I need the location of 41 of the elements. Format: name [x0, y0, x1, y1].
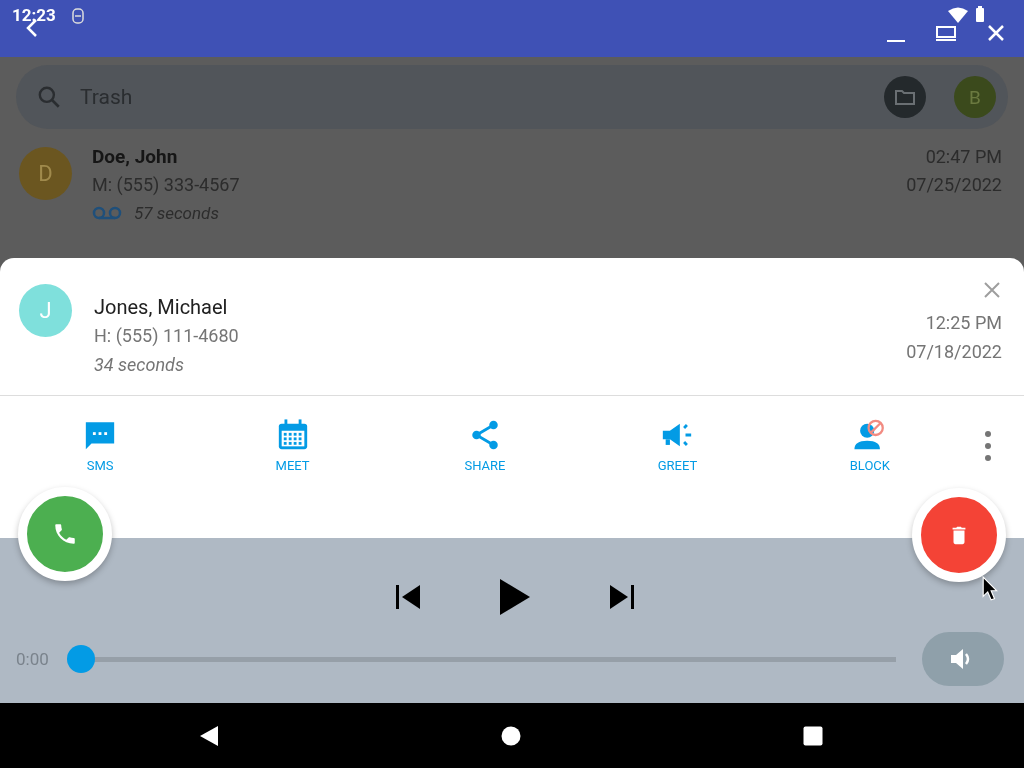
play-button[interactable]: [499, 578, 531, 616]
sms-action-button[interactable]: SMS: [4, 418, 197, 473]
skip-next-icon: [609, 584, 635, 610]
phone-icon: [52, 521, 78, 547]
close-icon: [986, 22, 1006, 43]
share-action-button[interactable]: SHARE: [388, 418, 582, 473]
playback-position: 0:00: [16, 649, 49, 669]
sim-icon: [72, 8, 84, 24]
mouse-pointer-icon: [982, 576, 998, 601]
greet-action-button[interactable]: GREET: [581, 418, 774, 473]
play-icon: [499, 578, 531, 616]
block-action-button[interactable]: BLOCK: [773, 418, 967, 473]
minimize-icon: [887, 39, 905, 42]
contact-name: Doe, John: [92, 144, 179, 170]
message-time: 12:25 PM: [925, 311, 1002, 335]
block-contact-icon: [852, 418, 887, 452]
skip-previous-icon: [395, 584, 421, 610]
contact-avatar: J: [19, 284, 72, 337]
previous-button[interactable]: [395, 584, 421, 610]
battery-icon: [976, 6, 984, 22]
nav-recents-button[interactable]: [803, 725, 823, 746]
triangle-back-icon: [199, 724, 219, 747]
contact-name: Jones, Michael: [94, 294, 229, 321]
next-button[interactable]: [609, 584, 635, 610]
wifi-icon: [948, 7, 968, 23]
volume-button[interactable]: [922, 632, 1004, 686]
recents-icon: [803, 725, 823, 746]
seek-thumb[interactable]: [66, 645, 95, 673]
search-icon: [36, 84, 62, 110]
message-date: 07/18/2022: [906, 340, 1002, 364]
nav-back-button[interactable]: [199, 724, 219, 747]
meet-action-button[interactable]: MEET: [196, 418, 389, 473]
home-icon: [501, 725, 521, 746]
message-duration: 34 seconds: [94, 353, 185, 377]
close-icon: [982, 280, 1002, 300]
phone-number: H: (555) 111-4680: [94, 324, 239, 348]
nav-home-button[interactable]: [501, 725, 521, 746]
voicemail-icon: [92, 206, 122, 220]
more-icon: [985, 430, 992, 461]
status-time: 12:23: [12, 5, 56, 25]
folder-button[interactable]: [884, 76, 926, 118]
